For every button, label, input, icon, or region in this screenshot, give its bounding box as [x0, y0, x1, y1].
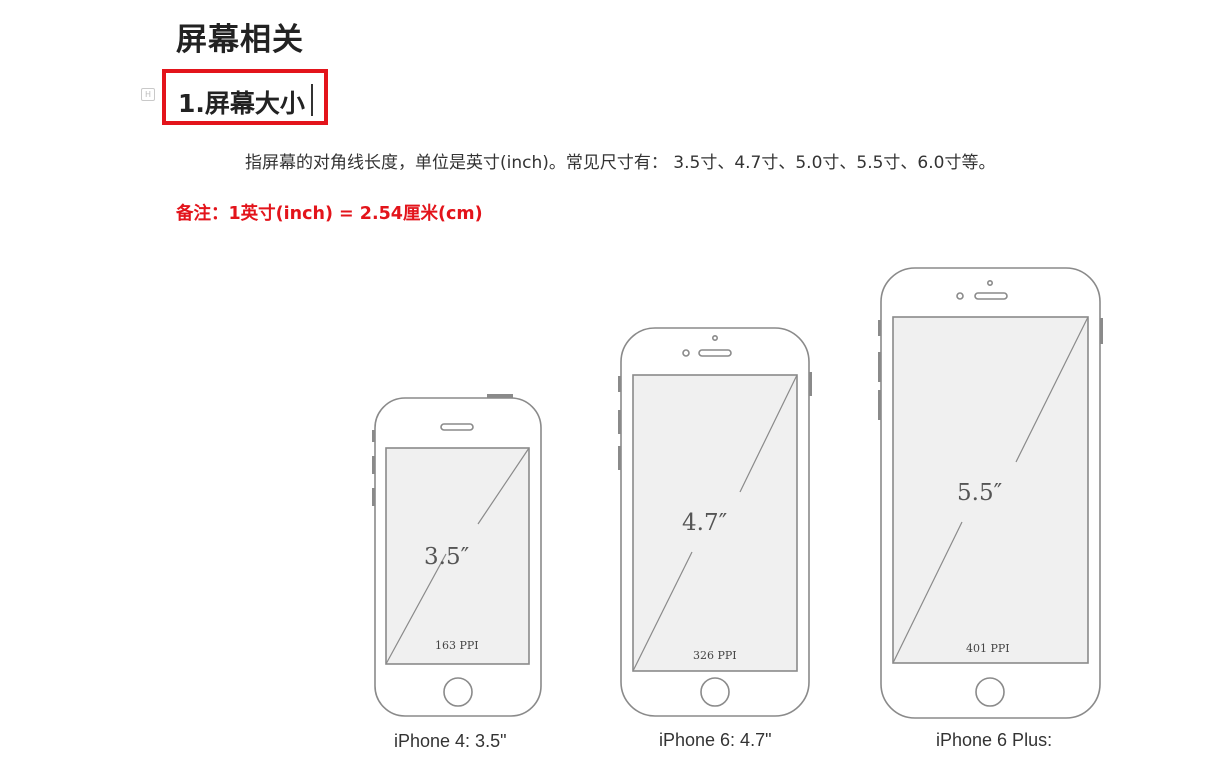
phone-ppi-label: 163 PPI	[435, 639, 479, 652]
phone-ppi-label: 401 PPI	[966, 642, 1010, 655]
phone-ppi-label: 326 PPI	[693, 649, 737, 662]
phone-caption: iPhone 6: 4.7"	[659, 730, 771, 750]
phone-caption: iPhone 4: 3.5"	[394, 731, 506, 751]
phone-size-label: 3.5″	[424, 544, 470, 570]
iphone-size-figure: 3.5″ 4.7″ 5.5″ 163 PPI 326 PPI 401 PPI i…	[372, 267, 1103, 751]
phone-size-label: 4.7″	[682, 510, 728, 536]
phone-caption: iPhone 6 Plus:	[936, 730, 1052, 750]
phone-size-label: 5.5″	[957, 480, 1003, 506]
